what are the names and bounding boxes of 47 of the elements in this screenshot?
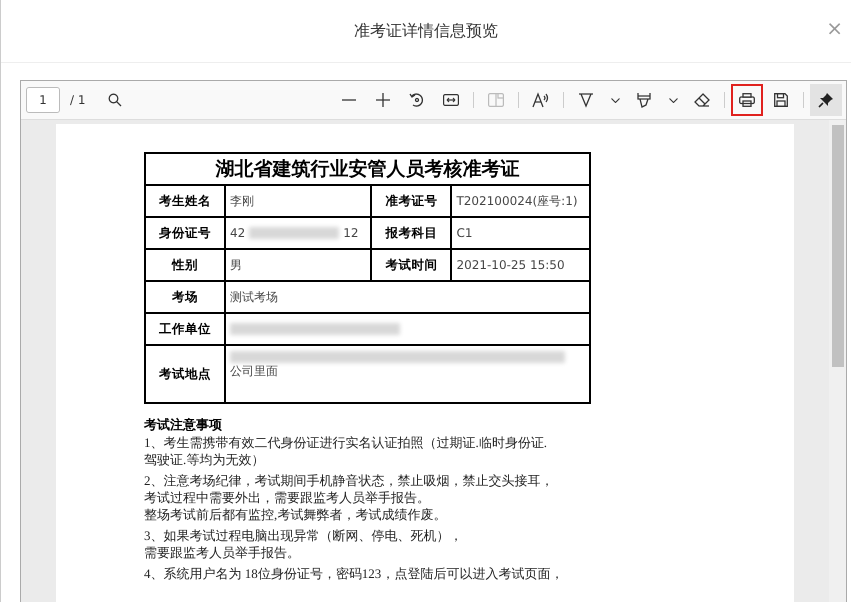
- notes-text: 驾驶证.等均为无效）: [144, 451, 266, 468]
- field-value: 男: [225, 249, 372, 281]
- highlighter-icon: [578, 92, 594, 108]
- pin-button[interactable]: [810, 84, 842, 116]
- field-value: 公司里面: [225, 345, 590, 403]
- field-label: 考试时间: [371, 249, 452, 281]
- print-icon: [739, 93, 755, 107]
- field-label: 考生姓名: [145, 185, 225, 217]
- pin-icon: [818, 92, 834, 108]
- pen-icon: [637, 92, 651, 108]
- page-number-field[interactable]: 1: [26, 87, 60, 113]
- card-title: 湖北省建筑行业安管人员考核准考证: [145, 153, 590, 185]
- field-label: 身份证号: [145, 217, 225, 249]
- notes-text: 整场考试前后都有监控,考试舞弊者，考试成绩作废。: [144, 506, 448, 523]
- field-value: 2021-10-25 15:50: [451, 249, 590, 281]
- two-page-icon: [488, 93, 504, 107]
- caret-icon: [668, 98, 678, 102]
- field-label: 报考科目: [371, 217, 452, 249]
- notes-text: 3、如果考试过程电脑出现异常（断网、停电、死机），: [144, 527, 464, 544]
- caret-icon: [610, 98, 620, 102]
- field-label: 考试地点: [145, 345, 225, 403]
- field-label: 考场: [145, 281, 225, 313]
- eraser-icon: [694, 92, 710, 108]
- zoom-in-icon: [376, 93, 390, 107]
- field-label: 准考证号: [371, 185, 452, 217]
- scrollbar-thumb[interactable]: [832, 125, 844, 367]
- save-icon: [774, 93, 788, 107]
- notes-text: 1、考生需携带有效二代身份证进行实名认证拍照（过期证.临时身份证.: [144, 434, 548, 451]
- field-value: 李刚: [225, 185, 372, 217]
- field-label: 性别: [145, 249, 225, 281]
- rotate-icon: [409, 92, 425, 108]
- notes-text: 2、注意考场纪律，考试期间手机静音状态，禁止吸烟，禁止交头接耳，: [144, 472, 554, 489]
- read-aloud-icon: [532, 92, 550, 108]
- field-value: C1: [451, 217, 590, 249]
- page-count: / 1: [70, 93, 86, 107]
- dialog-title: 准考证详情信息预览: [354, 20, 498, 42]
- search-icon: [108, 93, 122, 107]
- field-label: 工作单位: [145, 313, 225, 345]
- field-value: 测试考场: [225, 281, 590, 313]
- field-value: 42 12: [225, 217, 372, 249]
- print-button[interactable]: [731, 84, 763, 116]
- notes-text: 需要跟监考人员举手报告。: [144, 544, 301, 561]
- fit-width-icon: [443, 94, 459, 106]
- notes-text: 考试过程中需要外出，需要跟监考人员举手报告。: [144, 489, 431, 506]
- notes-heading: 考试注意事项: [144, 416, 223, 434]
- field-value: T202100024(座号:1): [451, 185, 590, 217]
- notes-text: 4、系统用户名为 18位身份证号，密码123，点登陆后可以进入考试页面，: [144, 565, 564, 582]
